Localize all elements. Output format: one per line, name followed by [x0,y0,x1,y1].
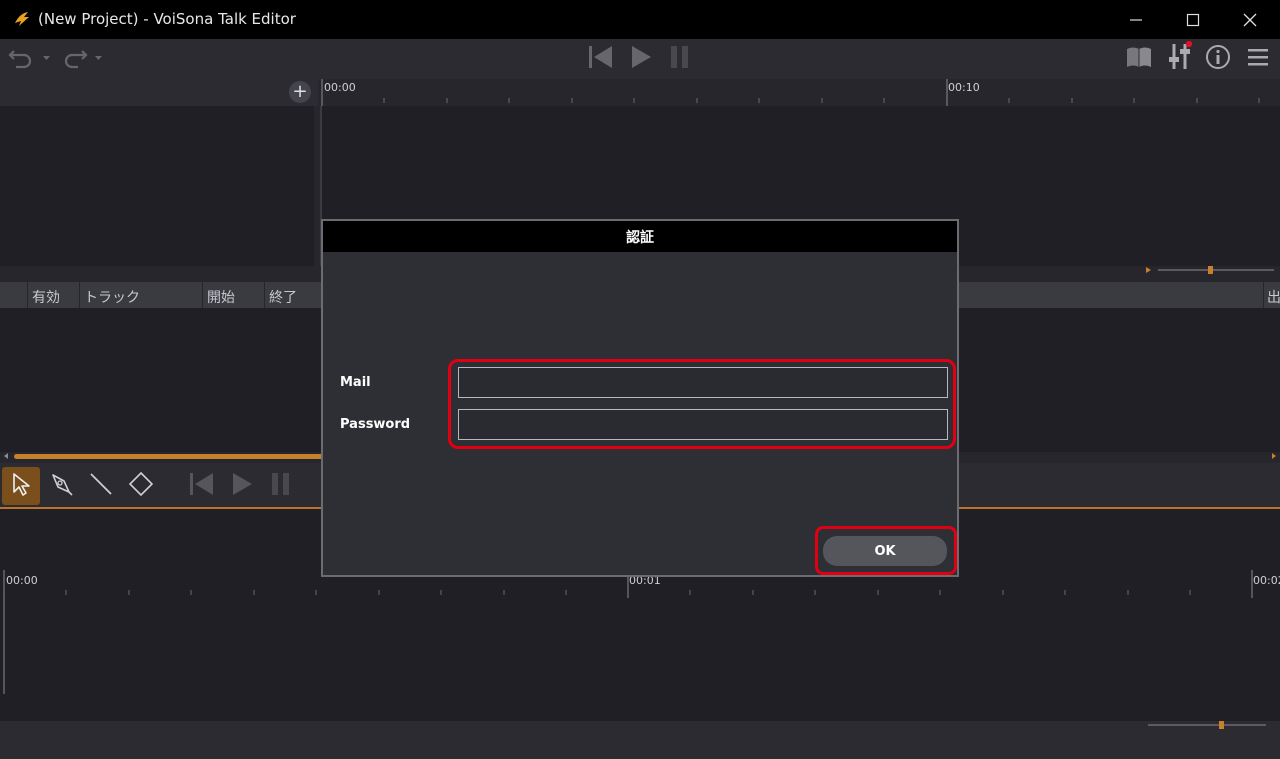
auth-dialog: 認証 Mail Password OK [321,219,959,577]
info-icon [1205,44,1231,74]
redo-icon [58,45,106,73]
top-zoom-slider[interactable] [1158,269,1274,271]
eraser-tool-button[interactable] [122,467,160,505]
column-start[interactable]: 開始 [207,287,235,307]
fields-highlight-box [448,359,956,449]
top-zoom-slider-knob[interactable] [1208,266,1213,274]
menu-button[interactable] [1244,45,1272,73]
top-timeline-ruler[interactable]: 00:00 00:10 [320,79,1280,106]
column-divider [202,282,203,308]
password-label: Password [340,417,411,432]
add-track-button[interactable]: + [289,81,311,103]
column-divider [27,282,28,308]
dialog-title: 認証 [626,229,654,246]
close-button[interactable] [1221,0,1279,39]
dialog-title-bar: 認証 [323,221,957,252]
pause-icon [668,44,692,74]
ruler-label: 00:02 [1253,574,1280,587]
bottom-zoom-bar [0,721,1280,759]
lower-pause-button[interactable] [262,467,300,505]
undo-button[interactable] [6,47,54,71]
skip-to-start-icon [187,471,215,501]
dictionary-book-icon [1125,45,1153,73]
lower-skip-to-start-button[interactable] [182,467,220,505]
ok-button[interactable]: OK [823,536,947,566]
mixer-icon [1165,40,1193,75]
menu-icon [1246,46,1270,72]
column-end[interactable]: 終了 [269,287,297,307]
bottom-zoom-slider-knob[interactable] [1219,721,1224,729]
undo-icon [6,45,54,73]
window-title: (New Project) - VoiSona Talk Editor [38,10,296,28]
column-enabled[interactable]: 有効 [32,287,60,307]
pause-icon [269,471,293,501]
lower-play-button[interactable] [222,467,260,505]
plus-icon: + [292,81,308,102]
skip-to-start-icon [586,44,614,74]
line-icon [88,471,114,501]
column-divider [264,282,265,308]
horizontal-scrollbar-thumb[interactable] [14,454,324,459]
play-icon [228,471,254,501]
bottom-zoom-slider[interactable] [1148,724,1266,726]
mixer-button[interactable] [1164,40,1194,75]
bottom-playhead[interactable] [3,598,5,694]
voisona-app-icon [12,9,32,29]
pen-icon [48,471,74,501]
info-button[interactable] [1204,45,1232,73]
maximize-button[interactable] [1164,0,1222,39]
ruler-label: 00:10 [948,81,980,94]
ruler-label: 00:00 [324,81,356,94]
play-button[interactable] [624,45,656,73]
column-track[interactable]: トラック [84,287,140,307]
column-divider [79,282,80,308]
mail-label: Mail [340,375,371,390]
title-bar: (New Project) - VoiSona Talk Editor [0,0,1280,39]
select-tool-button[interactable] [2,467,40,505]
column-divider [1263,282,1264,308]
eraser-icon [128,471,154,501]
skip-to-start-button[interactable] [584,45,616,73]
track-list-header [0,79,318,106]
minimize-button[interactable] [1107,0,1165,39]
ruler-label: 00:00 [6,574,38,587]
line-tool-button[interactable] [82,467,120,505]
play-icon [627,44,653,74]
redo-button[interactable] [58,47,106,71]
column-truncated[interactable]: 出 [1267,287,1280,307]
dictionary-button[interactable] [1124,45,1154,73]
arrow-cursor-icon [9,471,33,501]
pen-tool-button[interactable] [42,467,80,505]
pause-button[interactable] [664,45,696,73]
track-list[interactable] [0,106,314,266]
main-toolbar [0,39,1280,79]
